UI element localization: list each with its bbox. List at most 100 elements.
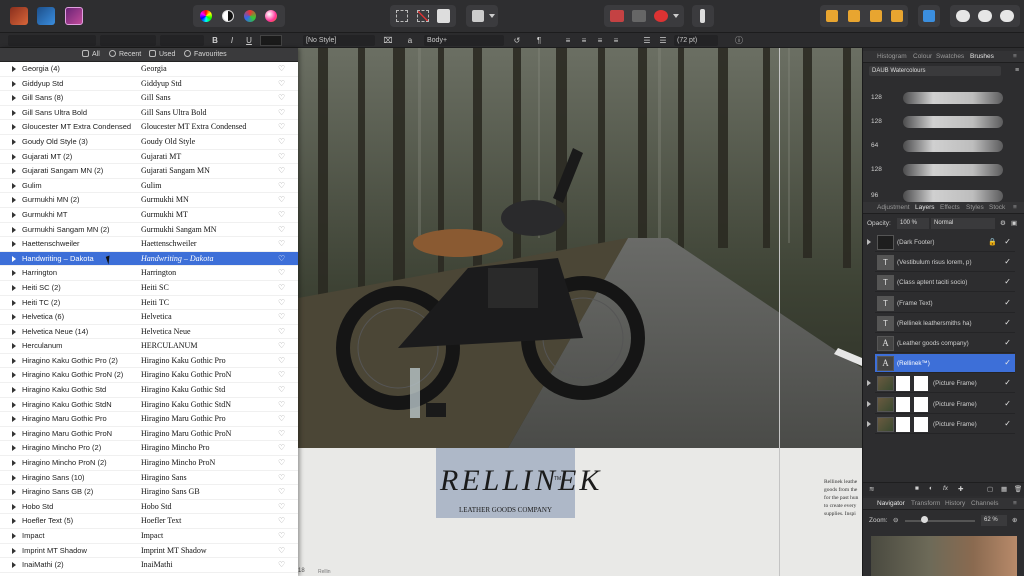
font-list-item[interactable]: Gill Sans Ultra Bold Gill Sans Ultra Bold… — [0, 106, 298, 121]
align-right-icon[interactable]: ≡ — [594, 35, 606, 46]
bullet-list-icon[interactable]: ☰ — [641, 35, 653, 46]
tab-stock[interactable]: Stock — [989, 203, 1005, 213]
transform-icon[interactable] — [891, 10, 903, 22]
favourite-heart-icon[interactable]: ♡ — [278, 79, 286, 88]
favourite-heart-icon[interactable]: ♡ — [278, 65, 286, 73]
disclosure-triangle-icon[interactable] — [12, 474, 16, 481]
favourite-heart-icon[interactable]: ♡ — [278, 429, 286, 438]
fx-icon[interactable]: fx — [943, 485, 948, 492]
layer-row[interactable]: T (Class aptent taciti socio) ✓ — [875, 273, 1015, 293]
favourite-heart-icon[interactable]: ♡ — [278, 561, 286, 569]
tab-navigator[interactable]: Navigator — [877, 499, 905, 509]
disclosure-triangle-icon[interactable] — [12, 153, 16, 160]
tab-styles[interactable]: Styles — [966, 203, 984, 213]
lock-icon[interactable]: 🔒 — [988, 238, 997, 246]
blend-mode-select[interactable]: Normal — [931, 218, 995, 229]
affinity-photo-persona-icon[interactable] — [10, 7, 28, 25]
disclosure-triangle-icon[interactable] — [12, 241, 16, 248]
disclosure-triangle-icon[interactable] — [12, 197, 16, 204]
favourite-heart-icon[interactable]: ♡ — [278, 502, 286, 511]
disclosure-triangle-icon[interactable] — [12, 547, 16, 554]
order-icon[interactable] — [848, 10, 860, 22]
layer-row[interactable]: (Dark Footer) 🔒 ✓ — [875, 233, 1015, 252]
disclosure-triangle-icon[interactable] — [12, 284, 16, 291]
color-picker-icon[interactable] — [244, 10, 256, 22]
disclosure-triangle-icon[interactable] — [12, 138, 16, 145]
trash-icon[interactable]: 🗑 — [1014, 485, 1022, 493]
leading-select[interactable]: (72 pt) — [674, 35, 718, 46]
text-case-icon[interactable]: a — [404, 35, 416, 46]
brush-category-select[interactable]: DAUB Watercolours — [869, 66, 1001, 76]
italic-button[interactable]: I — [227, 35, 237, 46]
disclosure-triangle-icon[interactable] — [12, 66, 16, 72]
disclosure-triangle-icon[interactable] — [12, 562, 16, 569]
font-list-item[interactable]: Gurmukhi Sangam MN (2) Gurmukhi Sangam MN… — [0, 223, 298, 238]
view-mode-icon[interactable] — [610, 10, 624, 22]
text-frame-options-icon[interactable]: ⓘ — [733, 35, 745, 46]
tab-histogram[interactable]: Histogram — [877, 52, 907, 62]
font-list[interactable]: Georgia (4) Georgia ♡ Giddyup Std Giddyup St… — [0, 62, 298, 573]
tab-colour[interactable]: Colour — [913, 52, 932, 62]
favourite-heart-icon[interactable]: ♡ — [278, 546, 286, 555]
disclosure-triangle-icon[interactable] — [12, 445, 16, 452]
navigator-preview[interactable] — [871, 536, 1017, 576]
disclosure-triangle-icon[interactable] — [12, 328, 16, 335]
visibility-checkbox[interactable]: ✓ — [1004, 419, 1011, 428]
brush-item[interactable]: 128 — [863, 112, 1024, 134]
body-text-frame[interactable]: Rellinek leathe goods from the for the p… — [824, 478, 862, 518]
zoom-field[interactable]: 62 % — [981, 515, 1007, 526]
font-list-item[interactable]: Gurmukhi MT Gurmukhi MT ♡ — [0, 208, 298, 223]
disclosure-triangle-icon[interactable] — [12, 109, 16, 116]
font-list-item[interactable]: Hiragino Kaku Gothic Pro (2) Hiragino Kak… — [0, 354, 298, 369]
zoom-out-icon[interactable]: ⊖ — [893, 516, 898, 524]
layer-row[interactable]: T (Frame Text) ✓ — [875, 294, 1015, 313]
favourite-heart-icon[interactable]: ♡ — [278, 196, 286, 204]
favourite-heart-icon[interactable]: ♡ — [278, 342, 286, 350]
layer-row[interactable]: (Picture Frame) ✓ — [875, 395, 1015, 414]
font-style-field[interactable] — [100, 35, 156, 46]
lock-icon[interactable]: ▣ — [1011, 219, 1017, 227]
disclosure-triangle-icon[interactable] — [12, 401, 16, 408]
favourite-heart-icon[interactable]: ♡ — [278, 152, 286, 161]
preflight-icon[interactable] — [978, 10, 992, 22]
chevron-down-icon[interactable] — [489, 14, 495, 18]
disclosure-triangle-icon[interactable] — [12, 80, 16, 87]
share-icon[interactable] — [1000, 10, 1014, 22]
layer-stack-icon[interactable]: ≋ — [869, 485, 874, 493]
tab-recent[interactable]: Recent — [109, 50, 141, 60]
font-list-item[interactable]: Handwriting – Dakota Handwriting – Dakota… — [0, 251, 298, 267]
font-list-item[interactable]: Haettenschweiler Haettenschweiler ♡ — [0, 237, 298, 252]
favourite-heart-icon[interactable]: ♡ — [278, 181, 286, 190]
disclosure-triangle-icon[interactable] — [12, 533, 16, 539]
zoom-slider[interactable] — [905, 520, 975, 522]
affinity-publisher-persona-icon[interactable] — [65, 7, 83, 25]
disclosure-triangle-icon[interactable] — [12, 430, 16, 437]
character-style-select[interactable]: [No Style] — [303, 35, 375, 46]
favourite-heart-icon[interactable]: ♡ — [278, 517, 286, 525]
expand-triangle-icon[interactable] — [867, 239, 871, 245]
layer-row[interactable]: A (Leather goods company) ✓ — [875, 334, 1015, 353]
font-list-item[interactable]: Gill Sans (8) Gill Sans ♡ — [0, 91, 298, 106]
font-list-item[interactable]: Hiragino Mincho ProN (2) Hiragino Mincho … — [0, 456, 298, 471]
font-list-item[interactable]: Gurmukhi MN (2) Gurmukhi MN ♡ — [0, 193, 298, 208]
crop-icon[interactable] — [417, 10, 429, 22]
layer-row[interactable]: (Picture Frame) ✓ — [875, 374, 1015, 394]
font-list-item[interactable]: Gujarati Sangam MN (2) Gujarati Sangam MN… — [0, 164, 298, 179]
favourite-heart-icon[interactable]: ♡ — [278, 298, 286, 307]
adjustment-icon[interactable]: ◐ — [929, 485, 933, 492]
favourite-heart-icon[interactable]: ♡ — [278, 283, 286, 292]
justify-icon[interactable]: ≡ — [610, 35, 622, 46]
disclosure-triangle-icon[interactable] — [12, 357, 16, 364]
swatch-icon[interactable] — [265, 10, 277, 22]
frame-icon[interactable] — [396, 10, 408, 22]
disclosure-triangle-icon[interactable] — [12, 518, 16, 525]
disclosure-triangle-icon[interactable] — [12, 489, 16, 496]
affinity-designer-persona-icon[interactable] — [37, 7, 55, 25]
text-color-swatch[interactable] — [260, 35, 282, 46]
visibility-checkbox[interactable]: ✓ — [1004, 399, 1011, 408]
brush-item[interactable]: 128 — [863, 160, 1024, 182]
brush-item[interactable]: 64 — [863, 136, 1024, 158]
panel-menu-icon[interactable]: ≡ — [1013, 499, 1017, 509]
tab-transform[interactable]: Transform — [911, 499, 940, 509]
favourite-heart-icon[interactable]: ♡ — [278, 269, 286, 277]
